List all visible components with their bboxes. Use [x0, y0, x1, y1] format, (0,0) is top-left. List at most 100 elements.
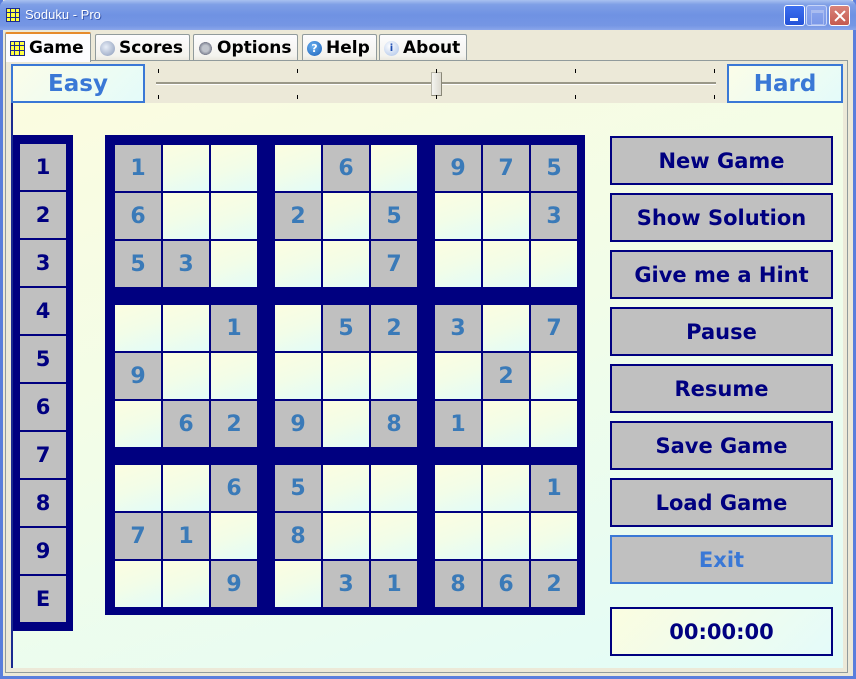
board-cell-r7c2[interactable]: [163, 465, 209, 511]
board-cell-r2c3[interactable]: [211, 193, 257, 239]
numpad-key-8[interactable]: 8: [20, 480, 66, 526]
board-cell-r9c4[interactable]: [275, 561, 321, 607]
board-cell-r4c2[interactable]: [163, 305, 209, 351]
numpad-key-e[interactable]: E: [20, 576, 66, 622]
board-cell-r8c2[interactable]: 1: [163, 513, 209, 559]
board-cell-r2c1[interactable]: 6: [115, 193, 161, 239]
board-cell-r9c5[interactable]: 3: [323, 561, 369, 607]
show-solution-button[interactable]: Show Solution: [610, 193, 833, 242]
board-cell-r8c3[interactable]: [211, 513, 257, 559]
board-cell-r2c7[interactable]: [435, 193, 481, 239]
board-cell-r7c9[interactable]: 1: [531, 465, 577, 511]
tab-about[interactable]: i About: [379, 34, 468, 61]
board-cell-r8c8[interactable]: [483, 513, 529, 559]
board-cell-r7c1[interactable]: [115, 465, 161, 511]
give-me-a-hint-button[interactable]: Give me a Hint: [610, 250, 833, 299]
board-cell-r4c7[interactable]: 3: [435, 305, 481, 351]
numpad-key-5[interactable]: 5: [20, 336, 66, 382]
tab-scores[interactable]: Scores: [95, 34, 191, 61]
difficulty-slider[interactable]: [150, 63, 722, 103]
board-cell-r5c6[interactable]: [371, 353, 417, 399]
numpad-key-6[interactable]: 6: [20, 384, 66, 430]
board-cell-r5c8[interactable]: 2: [483, 353, 529, 399]
title-bar[interactable]: Soduku - Pro: [0, 0, 856, 30]
new-game-button[interactable]: New Game: [610, 136, 833, 185]
numpad-key-3[interactable]: 3: [20, 240, 66, 286]
board-cell-r6c6[interactable]: 8: [371, 401, 417, 447]
board-cell-r6c8[interactable]: [483, 401, 529, 447]
tab-options[interactable]: Options: [193, 34, 299, 61]
board-cell-r5c3[interactable]: [211, 353, 257, 399]
pause-button[interactable]: Pause: [610, 307, 833, 356]
board-cell-r6c3[interactable]: 2: [211, 401, 257, 447]
board-cell-r2c2[interactable]: [163, 193, 209, 239]
board-cell-r2c6[interactable]: 5: [371, 193, 417, 239]
board-cell-r7c6[interactable]: [371, 465, 417, 511]
tab-game[interactable]: Game: [5, 32, 91, 62]
board-cell-r4c5[interactable]: 5: [323, 305, 369, 351]
board-cell-r3c7[interactable]: [435, 241, 481, 287]
board-cell-r3c9[interactable]: [531, 241, 577, 287]
maximize-button[interactable]: [806, 5, 827, 26]
board-cell-r3c5[interactable]: [323, 241, 369, 287]
numpad-key-1[interactable]: 1: [20, 144, 66, 190]
board-cell-r1c6[interactable]: [371, 145, 417, 191]
numpad-key-2[interactable]: 2: [20, 192, 66, 238]
board-cell-r2c9[interactable]: 3: [531, 193, 577, 239]
numpad-key-7[interactable]: 7: [20, 432, 66, 478]
board-cell-r9c8[interactable]: 6: [483, 561, 529, 607]
board-cell-r1c9[interactable]: 5: [531, 145, 577, 191]
board-cell-r6c9[interactable]: [531, 401, 577, 447]
board-cell-r9c3[interactable]: 9: [211, 561, 257, 607]
board-cell-r6c1[interactable]: [115, 401, 161, 447]
board-cell-r1c5[interactable]: 6: [323, 145, 369, 191]
board-cell-r9c2[interactable]: [163, 561, 209, 607]
board-cell-r9c9[interactable]: 2: [531, 561, 577, 607]
board-cell-r8c7[interactable]: [435, 513, 481, 559]
slider-thumb[interactable]: [431, 72, 442, 96]
board-cell-r9c1[interactable]: [115, 561, 161, 607]
board-cell-r3c1[interactable]: 5: [115, 241, 161, 287]
board-cell-r9c6[interactable]: 1: [371, 561, 417, 607]
board-cell-r5c4[interactable]: [275, 353, 321, 399]
board-cell-r5c2[interactable]: [163, 353, 209, 399]
board-cell-r4c9[interactable]: 7: [531, 305, 577, 351]
board-cell-r6c7[interactable]: 1: [435, 401, 481, 447]
board-cell-r1c3[interactable]: [211, 145, 257, 191]
board-cell-r4c4[interactable]: [275, 305, 321, 351]
save-game-button[interactable]: Save Game: [610, 421, 833, 470]
board-cell-r8c5[interactable]: [323, 513, 369, 559]
board-cell-r1c7[interactable]: 9: [435, 145, 481, 191]
tab-help[interactable]: ? Help: [302, 34, 377, 61]
board-cell-r6c5[interactable]: [323, 401, 369, 447]
close-button[interactable]: [829, 5, 850, 26]
board-cell-r6c2[interactable]: 6: [163, 401, 209, 447]
board-cell-r5c5[interactable]: [323, 353, 369, 399]
board-cell-r3c6[interactable]: 7: [371, 241, 417, 287]
board-cell-r5c1[interactable]: 9: [115, 353, 161, 399]
board-cell-r8c1[interactable]: 7: [115, 513, 161, 559]
board-cell-r6c4[interactable]: 9: [275, 401, 321, 447]
board-cell-r2c8[interactable]: [483, 193, 529, 239]
board-cell-r1c8[interactable]: 7: [483, 145, 529, 191]
minimize-button[interactable]: [784, 5, 805, 26]
board-cell-r3c2[interactable]: 3: [163, 241, 209, 287]
board-cell-r7c3[interactable]: 6: [211, 465, 257, 511]
board-cell-r7c4[interactable]: 5: [275, 465, 321, 511]
board-cell-r3c8[interactable]: [483, 241, 529, 287]
exit-button[interactable]: Exit: [610, 535, 833, 584]
board-cell-r5c7[interactable]: [435, 353, 481, 399]
load-game-button[interactable]: Load Game: [610, 478, 833, 527]
board-cell-r8c4[interactable]: 8: [275, 513, 321, 559]
board-cell-r2c4[interactable]: 2: [275, 193, 321, 239]
board-cell-r4c1[interactable]: [115, 305, 161, 351]
board-cell-r7c5[interactable]: [323, 465, 369, 511]
board-cell-r2c5[interactable]: [323, 193, 369, 239]
board-cell-r7c8[interactable]: [483, 465, 529, 511]
board-cell-r1c1[interactable]: 1: [115, 145, 161, 191]
board-cell-r4c8[interactable]: [483, 305, 529, 351]
board-cell-r1c4[interactable]: [275, 145, 321, 191]
board-cell-r9c7[interactable]: 8: [435, 561, 481, 607]
board-cell-r8c9[interactable]: [531, 513, 577, 559]
resume-button[interactable]: Resume: [610, 364, 833, 413]
